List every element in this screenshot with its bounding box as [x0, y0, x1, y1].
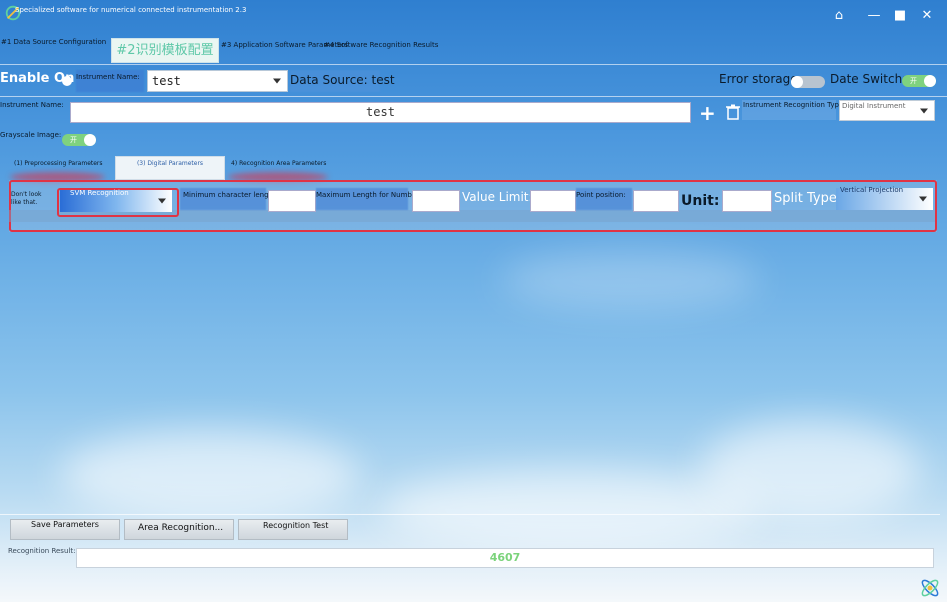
close-button[interactable]: ✕: [918, 7, 936, 25]
toggle-text: 开: [910, 77, 917, 85]
area-recognition-button[interactable]: Area Recognition...: [124, 519, 234, 540]
dont-look-label: Don't look like that.: [11, 191, 42, 206]
split-type-value: Vertical Projection: [840, 186, 904, 194]
chevron-down-icon: [919, 196, 927, 202]
cloud-decoration: [500, 250, 760, 310]
split-type-select[interactable]: Vertical Projection: [836, 186, 933, 210]
divider: [0, 64, 947, 65]
subtab-recognition-area[interactable]: 4) Recognition Area Parameters: [231, 160, 326, 167]
min-char-input[interactable]: [268, 190, 316, 212]
cloud-decoration: [700, 420, 920, 520]
point-position-input[interactable]: [633, 190, 679, 212]
window-title: Specialized software for numerical conne…: [15, 6, 247, 14]
atom-logo-icon: [921, 579, 939, 597]
grayscale-toggle[interactable]: 开: [62, 134, 96, 146]
recognition-type-value: Digital Instrument: [842, 102, 906, 110]
divider: [0, 514, 940, 515]
instrument-name-input[interactable]: test: [70, 102, 691, 123]
skin-icon[interactable]: ⌂: [830, 7, 848, 25]
instrument-select-value: test: [152, 74, 181, 88]
grayscale-label: Grayscale Image:: [0, 131, 62, 139]
date-switch-toggle[interactable]: 开: [902, 75, 936, 87]
recognition-result-label: Recognition Result:: [8, 547, 76, 555]
toggle-knob: [924, 75, 936, 87]
instrument-name-label: Instrument Name:: [76, 73, 140, 81]
point-position-label: Point position:: [576, 191, 626, 199]
unit-input[interactable]: [722, 190, 772, 212]
data-source-label: Data Source: test: [290, 73, 395, 87]
toggle-knob: [84, 134, 96, 146]
chevron-down-icon: [273, 78, 281, 84]
error-storage-label: Error storage:: [719, 72, 802, 86]
min-char-label: Minimum character length: [183, 191, 276, 199]
svm-select-value: SVM Recognition: [70, 189, 129, 197]
cloud-decoration: [60, 430, 360, 520]
recognition-test-label: Recognition Test: [263, 521, 329, 530]
title-bar: Specialized software for numerical conne…: [0, 0, 947, 32]
max-len-label: Maximum Length for Numbers: [316, 191, 423, 199]
enable-toggle[interactable]: [62, 76, 72, 86]
subtab-preprocessing[interactable]: (1) Preprocessing Parameters: [14, 160, 103, 167]
subtab-digital[interactable]: (3) Digital Parameters: [115, 156, 225, 180]
save-parameters-button[interactable]: Save Parameters: [10, 519, 120, 540]
recognition-type-label: Instrument Recognition Type:: [743, 101, 846, 109]
max-len-input[interactable]: [412, 190, 460, 212]
tab-template-config[interactable]: #2识别模板配置: [111, 38, 219, 63]
unit-label: Unit:: [681, 193, 720, 209]
svm-select[interactable]: SVM Recognition: [60, 189, 172, 212]
instrument-select[interactable]: test: [147, 70, 288, 92]
save-parameters-label: Save Parameters: [31, 520, 99, 529]
split-type-label: Split Type:: [774, 191, 842, 206]
value-limit-label: Value Limit:: [462, 190, 533, 204]
error-storage-toggle[interactable]: [791, 76, 825, 88]
chevron-down-icon: [158, 198, 166, 204]
toggle-knob: [791, 76, 803, 88]
chevron-down-icon: [920, 108, 928, 113]
maximize-button[interactable]: ■: [891, 7, 909, 25]
add-icon[interactable]: +: [699, 101, 716, 125]
value-limit-input[interactable]: [530, 190, 576, 212]
tab-recognition-results[interactable]: #4 Software Recognition Results: [324, 41, 438, 49]
tab-data-source[interactable]: #1 Data Source Configuration: [1, 38, 106, 46]
recognition-type-select[interactable]: Digital Instrument: [839, 100, 935, 121]
recognition-result-field: 4607: [76, 548, 934, 568]
recognition-test-button[interactable]: Recognition Test: [238, 519, 348, 540]
toggle-text: 开: [70, 136, 77, 144]
divider: [0, 96, 947, 97]
trash-icon[interactable]: [726, 104, 740, 120]
minimize-button[interactable]: —: [865, 7, 883, 25]
area-recognition-label: Area Recognition...: [138, 523, 224, 533]
date-switch-label: Date Switch:: [830, 72, 907, 86]
instrument-name-label-2: Instrument Name:: [0, 101, 64, 109]
